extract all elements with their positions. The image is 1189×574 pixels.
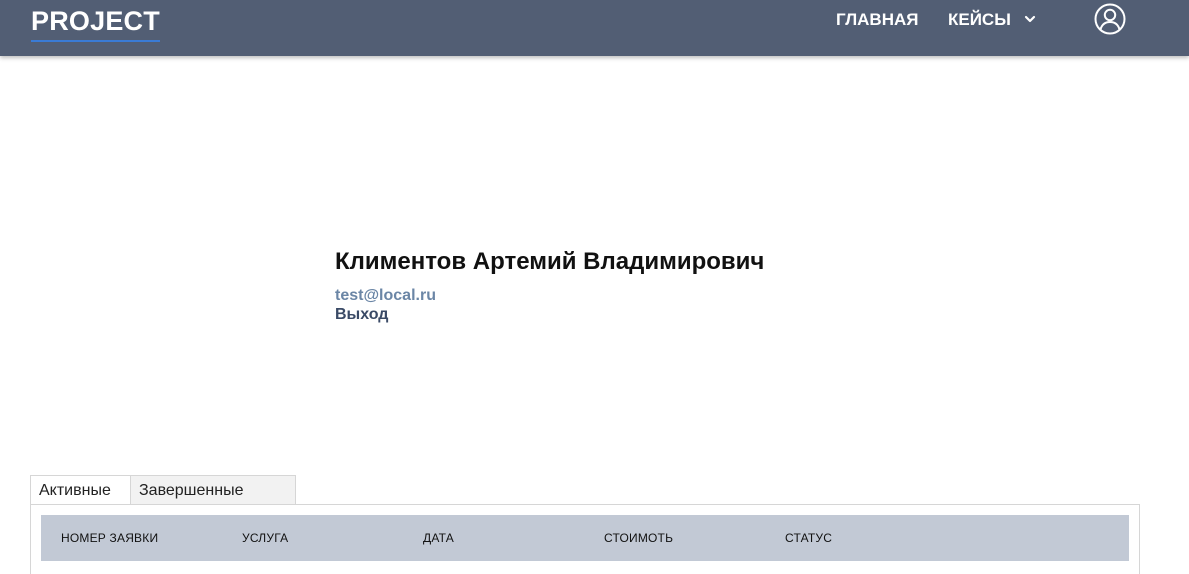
column-header-status[interactable]: СТАТУС [785, 531, 832, 545]
logo[interactable]: PROJECT [31, 5, 160, 42]
nav-home-link[interactable]: ГЛАВНАЯ [836, 10, 918, 30]
tab-active[interactable]: Активные [30, 475, 131, 505]
requests-table-header: НОМЕР ЗАЯВКИ УСЛУГА ДАТА СТОИМОТЬ СТАТУС [41, 515, 1129, 561]
column-header-service[interactable]: УСЛУГА [242, 531, 288, 545]
column-header-cost[interactable]: СТОИМОТЬ [604, 531, 673, 545]
profile-name: Климентов Артемий Владимирович [335, 248, 765, 275]
column-header-date[interactable]: ДАТА [423, 531, 454, 545]
nav-cases-link[interactable]: КЕЙСЫ [948, 10, 1011, 30]
column-header-request-number[interactable]: НОМЕР ЗАЯВКИ [61, 531, 158, 545]
tab-completed[interactable]: Завершенные [131, 475, 296, 505]
profile-email: test@local.ru [335, 287, 436, 304]
chevron-down-icon[interactable] [1023, 12, 1037, 26]
top-navbar: PROJECT ГЛАВНАЯ КЕЙСЫ [0, 0, 1189, 56]
user-circle-icon[interactable] [1094, 3, 1126, 35]
logout-link[interactable]: Выход [335, 305, 388, 324]
